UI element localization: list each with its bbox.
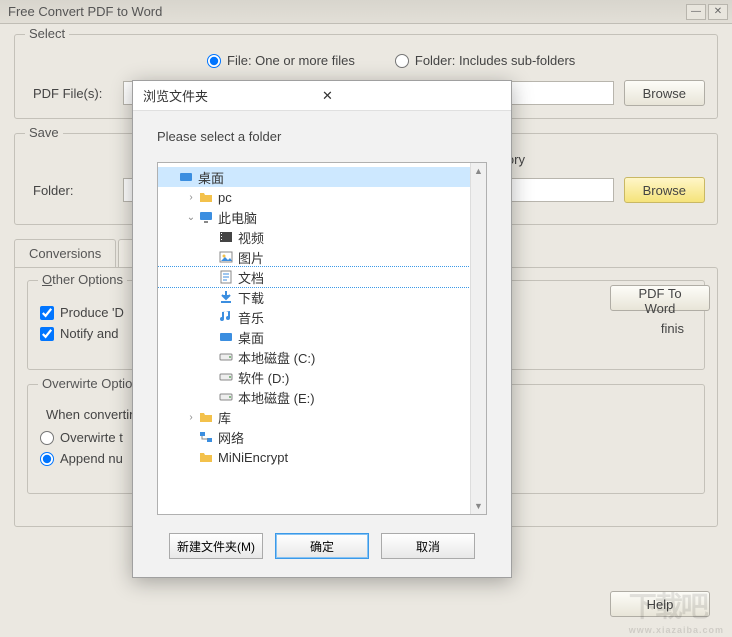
expand-icon[interactable]: › — [184, 192, 198, 203]
scroll-down-icon[interactable]: ▼ — [471, 498, 486, 514]
disk-icon — [218, 349, 234, 365]
dialog-close-icon[interactable]: ✕ — [318, 88, 501, 104]
tree-item[interactable]: 视频 — [158, 227, 486, 247]
tree-item[interactable]: 下载 — [158, 287, 486, 307]
folder-tree-wrap: 桌面›pc⌄此电脑视频图片文档下载音乐桌面本地磁盘 (C:)软件 (D:)本地磁… — [157, 162, 487, 515]
disk-icon — [218, 369, 234, 385]
tree-item-label: 软件 (D:) — [238, 368, 289, 387]
tree-item[interactable]: 图片 — [158, 247, 486, 267]
tree-item-label: 网络 — [218, 428, 244, 447]
tree-item-label: 视频 — [238, 228, 264, 247]
net-icon — [198, 429, 214, 445]
tree-item-label: 库 — [218, 408, 231, 427]
tree-item[interactable]: 音乐 — [158, 307, 486, 327]
dialog-title: 浏览文件夹 — [143, 86, 318, 105]
music-icon — [218, 309, 234, 325]
tree-item-label: 音乐 — [238, 308, 264, 327]
tree-item-label: 图片 — [238, 248, 264, 267]
tree-item[interactable]: 网络 — [158, 427, 486, 447]
tree-item-label: 下载 — [238, 288, 264, 307]
dialog-subtitle: Please select a folder — [133, 111, 511, 162]
dialog-buttons: 新建文件夹(M) 确定 取消 — [133, 515, 511, 577]
tree-item[interactable]: 本地磁盘 (E:) — [158, 387, 486, 407]
tree-item-label: pc — [218, 190, 232, 205]
tree-item[interactable]: 桌面 — [158, 167, 486, 187]
tree-item-label: MiNiEncrypt — [218, 450, 288, 465]
tree-item-label: 桌面 — [198, 168, 224, 187]
dialog-overlay: 浏览文件夹 ✕ Please select a folder 桌面›pc⌄此电脑… — [0, 0, 732, 637]
tree-item[interactable]: ⌄ 此电脑 — [158, 207, 486, 227]
down-icon — [218, 289, 234, 305]
monitor-icon — [198, 209, 214, 225]
image-icon — [218, 249, 234, 265]
tree-item-label: 本地磁盘 (C:) — [238, 348, 315, 367]
tree-item[interactable]: 桌面 — [158, 327, 486, 347]
tree-scrollbar[interactable]: ▲ ▼ — [470, 163, 486, 514]
browse-folder-dialog: 浏览文件夹 ✕ Please select a folder 桌面›pc⌄此电脑… — [132, 80, 512, 578]
folder-icon — [198, 189, 214, 205]
desktop-icon — [218, 329, 234, 345]
tree-item-label: 文档 — [238, 268, 264, 287]
dialog-header: 浏览文件夹 ✕ — [133, 81, 511, 111]
expand-icon[interactable]: › — [184, 412, 198, 423]
lib-icon — [198, 409, 214, 425]
tree-item-label: 桌面 — [238, 328, 264, 347]
folder-tree[interactable]: 桌面›pc⌄此电脑视频图片文档下载音乐桌面本地磁盘 (C:)软件 (D:)本地磁… — [158, 163, 486, 514]
new-folder-button[interactable]: 新建文件夹(M) — [169, 533, 263, 559]
tree-item[interactable]: MiNiEncrypt — [158, 447, 486, 467]
desktop-icon — [178, 169, 194, 185]
tree-item[interactable]: ›库 — [158, 407, 486, 427]
tree-item[interactable]: 软件 (D:) — [158, 367, 486, 387]
tree-item-label: 本地磁盘 (E:) — [238, 388, 315, 407]
cancel-button[interactable]: 取消 — [381, 533, 475, 559]
tree-item-label: 此电脑 — [218, 208, 257, 227]
tree-item[interactable]: 文档 — [158, 267, 486, 287]
collapse-icon[interactable]: ⌄ — [184, 212, 198, 223]
disk-icon — [218, 389, 234, 405]
folder-icon — [198, 449, 214, 465]
doc-icon — [218, 269, 234, 285]
ok-button[interactable]: 确定 — [275, 533, 369, 559]
scroll-up-icon[interactable]: ▲ — [471, 163, 486, 179]
tree-item[interactable]: › pc — [158, 187, 486, 207]
tree-item[interactable]: 本地磁盘 (C:) — [158, 347, 486, 367]
video-icon — [218, 229, 234, 245]
